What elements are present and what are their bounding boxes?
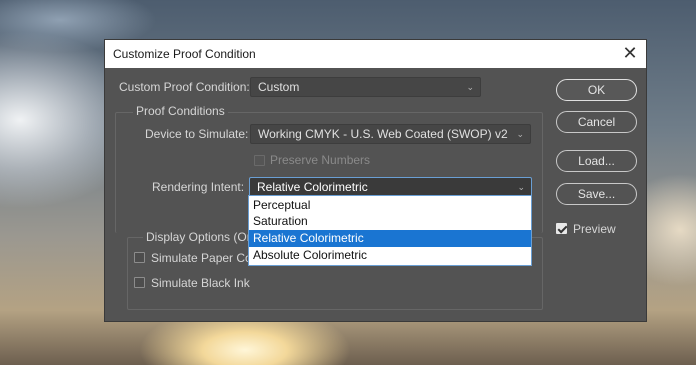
ok-button[interactable]: OK [556, 79, 637, 101]
rendering-intent-select[interactable]: Relative Colorimetric ⌄ [249, 177, 532, 197]
menu-item-absolute-colorimetric[interactable]: Absolute Colorimetric [249, 247, 531, 264]
rendering-intent-menu: Perceptual Saturation Relative Colorimet… [248, 195, 532, 266]
load-button[interactable]: Load... [556, 150, 637, 172]
title-bar: Customize Proof Condition ✕ [105, 40, 646, 68]
simulate-paper-checkbox[interactable] [134, 252, 145, 263]
rendering-intent-value: Relative Colorimetric [257, 180, 368, 194]
close-icon[interactable]: ✕ [622, 42, 638, 64]
preserve-numbers-checkbox[interactable] [254, 155, 265, 166]
menu-item-saturation[interactable]: Saturation [249, 213, 531, 230]
simulate-ink-label: Simulate Black Ink [151, 276, 250, 290]
rendering-intent-label: Rendering Intent: [152, 180, 245, 194]
simulate-ink-checkbox[interactable] [134, 277, 145, 288]
dialog-title: Customize Proof Condition [113, 47, 256, 61]
cancel-button[interactable]: Cancel [556, 111, 637, 133]
custom-condition-label: Custom Proof Condition: [119, 80, 250, 94]
device-select[interactable]: Working CMYK - U.S. Web Coated (SWOP) v2… [250, 124, 531, 144]
custom-condition-select[interactable]: Custom ⌄ [250, 77, 481, 97]
menu-item-relative-colorimetric[interactable]: Relative Colorimetric [249, 230, 531, 247]
device-value: Working CMYK - U.S. Web Coated (SWOP) v2 [258, 127, 508, 141]
display-options-label: Display Options (On- [143, 230, 261, 244]
preserve-numbers-label: Preserve Numbers [270, 153, 371, 167]
chevron-down-icon: ⌄ [517, 182, 525, 192]
custom-condition-value: Custom [258, 80, 300, 94]
chevron-down-icon: ⌄ [466, 82, 474, 92]
proof-conditions-label: Proof Conditions [133, 104, 228, 118]
preview-checkbox[interactable] [556, 223, 567, 234]
preview-label: Preview [573, 222, 616, 236]
chevron-down-icon: ⌄ [516, 129, 524, 139]
device-label: Device to Simulate: [145, 127, 249, 141]
simulate-paper-label: Simulate Paper Col [151, 251, 255, 265]
menu-item-perceptual[interactable]: Perceptual [249, 197, 531, 214]
save-button[interactable]: Save... [556, 183, 637, 205]
